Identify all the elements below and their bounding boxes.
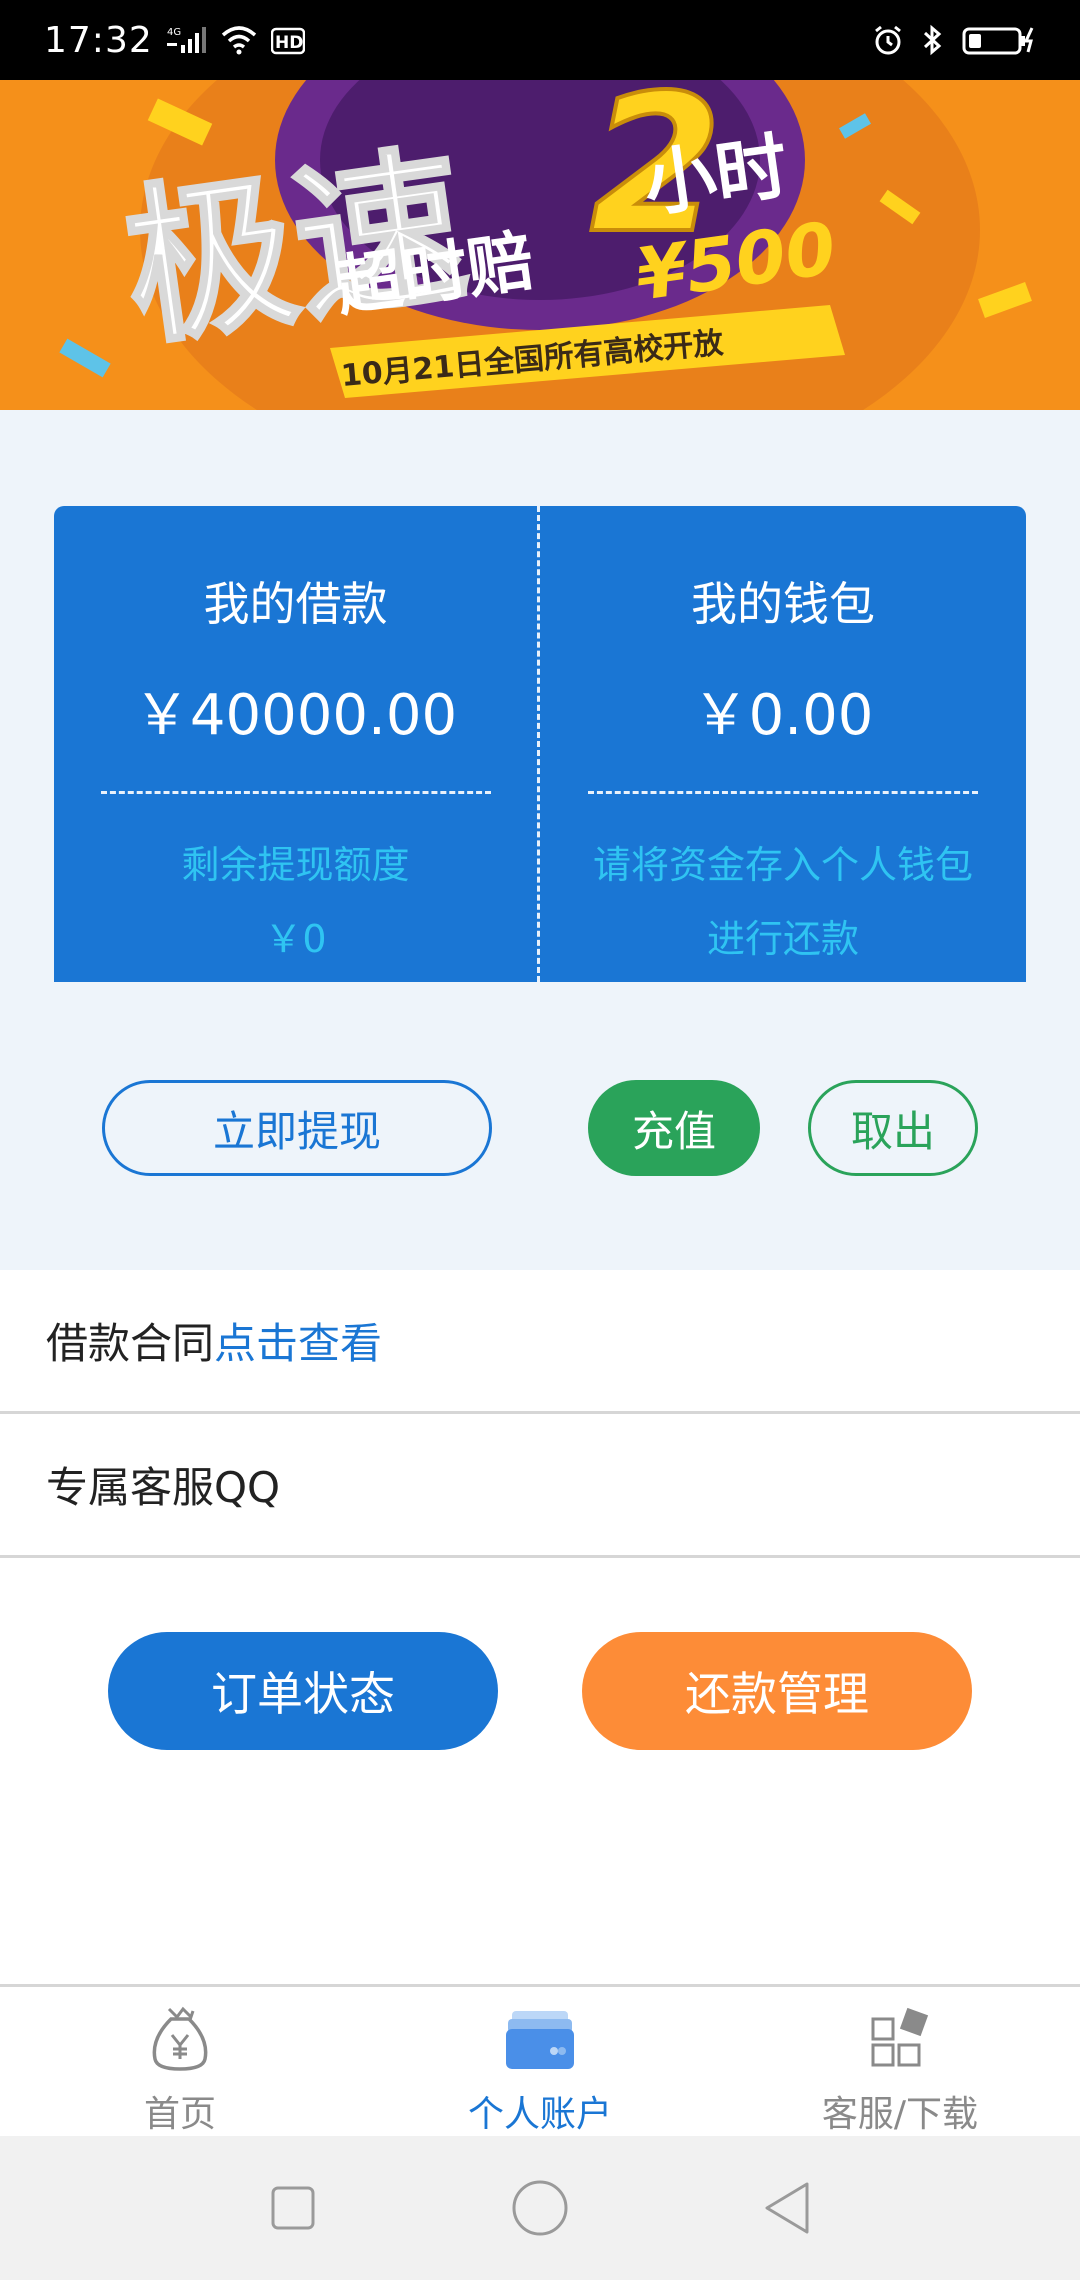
loan-contract-row: 借款合同 点击查看: [0, 1270, 1080, 1414]
loan-contract-label: 借款合同: [46, 1319, 215, 1368]
wifi-icon: [221, 25, 257, 55]
network-type: 4G: [167, 27, 181, 38]
customer-service-qq-row[interactable]: 专属客服QQ: [0, 1414, 1080, 1558]
tab-home-label: 首页: [143, 2094, 216, 2135]
recharge-button[interactable]: 充值: [588, 1080, 760, 1176]
withdraw-button[interactable]: 立即提现: [102, 1080, 492, 1176]
loan-amount: ￥40000.00: [133, 683, 458, 748]
tab-personal-account[interactable]: 个人账户: [360, 1987, 720, 2136]
system-nav-bar: [0, 2136, 1080, 2280]
tab-personal-account-label: 个人账户: [467, 2094, 612, 2135]
tab-service-download-label: 客服/下载: [821, 2094, 979, 2135]
money-bag-icon: [147, 2003, 213, 2077]
wallet-icon: [504, 2003, 576, 2077]
status-right: [872, 24, 1036, 56]
loan-title: 我的借款: [203, 577, 388, 631]
repayment-management-button[interactable]: 还款管理: [582, 1632, 972, 1750]
hd-icon: HD: [270, 25, 305, 55]
wallet-amount: ￥0.00: [692, 683, 874, 748]
wallet-panel: 我的钱包 ￥0.00 请将资金存入个人钱包 进行还款: [540, 506, 1026, 982]
status-bar: 17:32 4G HD: [0, 0, 1080, 80]
back-button[interactable]: [747, 2168, 827, 2248]
signal-icon: 4G: [166, 25, 207, 55]
tab-home[interactable]: 首页: [0, 1987, 360, 2136]
wallet-title: 我的钱包: [691, 577, 875, 631]
takeout-button[interactable]: 取出: [808, 1080, 978, 1176]
battery-icon: [962, 24, 1036, 56]
loan-divider: [100, 791, 491, 794]
wallet-note: 请将资金存入个人钱包 进行还款: [593, 828, 973, 976]
circle-icon: [512, 2180, 568, 2236]
promo-banner[interactable]: 极速 2 小时 超时赔 ¥500 10月21日全国所有高校开放: [0, 80, 1080, 410]
account-section: 我的借款 ￥40000.00 剩余提现额度 ￥0 我的钱包 ￥0.00 请将资金…: [0, 410, 1080, 1270]
bluetooth-icon: [922, 24, 944, 56]
account-card: 我的借款 ￥40000.00 剩余提现额度 ￥0 我的钱包 ￥0.00 请将资金…: [54, 506, 1026, 982]
wallet-note-line1: 请将资金存入个人钱包: [592, 843, 973, 887]
remaining-quota-value: ￥0: [264, 917, 327, 961]
tab-service-download[interactable]: 客服/下载: [720, 1987, 1080, 2136]
view-contract-link[interactable]: 点击查看: [214, 1310, 382, 1371]
wallet-divider: [588, 791, 978, 794]
home-button[interactable]: [500, 2168, 580, 2248]
back-triangle-icon: [765, 2182, 809, 2234]
bottom-tab-bar: 首页 个人账户 客服/下载: [0, 1984, 1080, 2136]
square-icon: [271, 2186, 315, 2230]
status-time: 17:32: [44, 19, 153, 61]
account-page: 17:32 4G HD 极速 2 小时 超时赔 ¥500 10月21日全国所有高…: [0, 0, 1080, 2280]
alarm-icon: [872, 24, 904, 56]
grid-apps-icon: [867, 2003, 933, 2077]
recents-button[interactable]: [253, 2168, 333, 2248]
loan-note: 剩余提现额度 ￥0: [181, 828, 409, 976]
hd-text: HD: [275, 33, 303, 53]
wallet-note-line2: 进行还款: [706, 917, 859, 961]
loan-panel: 我的借款 ￥40000.00 剩余提现额度 ￥0: [54, 506, 540, 982]
status-left: 17:32 4G HD: [44, 20, 305, 61]
remaining-quota-label: 剩余提现额度: [181, 843, 410, 887]
order-status-button[interactable]: 订单状态: [108, 1632, 498, 1750]
customer-service-qq-label: 专属客服QQ: [46, 1463, 281, 1512]
